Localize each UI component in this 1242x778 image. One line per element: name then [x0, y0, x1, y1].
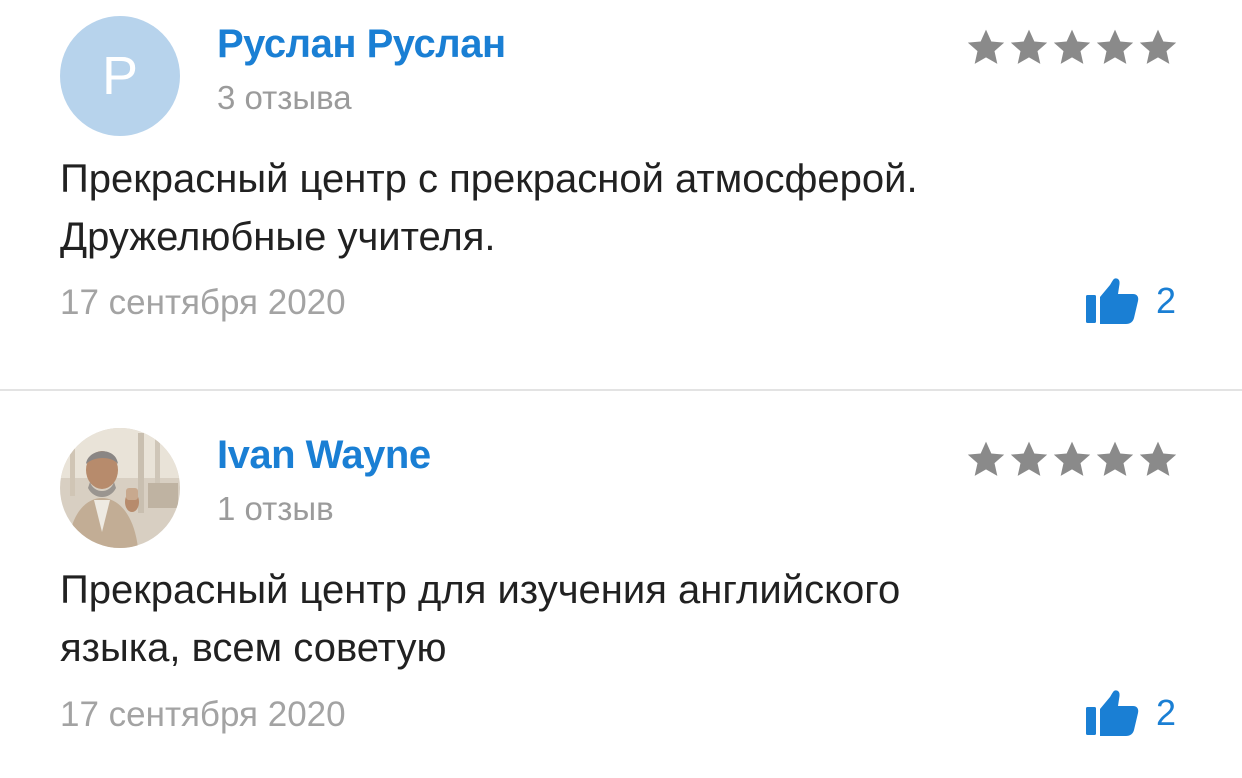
- thumbs-up-icon: [1085, 278, 1139, 324]
- author-name[interactable]: Ivan Wayne: [217, 433, 431, 478]
- review-text: Прекрасный центр с прекрасной атмосферой…: [60, 150, 1170, 266]
- review-card: Р Руслан Руслан 3 отзыва Прекрасный цент…: [0, 0, 1242, 390]
- review-text: Прекрасный центр для изучения английског…: [60, 561, 1170, 677]
- avatar[interactable]: [60, 428, 180, 548]
- like-button[interactable]: 2: [1084, 688, 1176, 738]
- star-icon: [1010, 441, 1048, 476]
- author-review-count: 3 отзыва: [217, 79, 352, 116]
- avatar[interactable]: Р: [60, 16, 180, 136]
- star-icon: [1053, 29, 1091, 64]
- star-icon: [1010, 29, 1048, 64]
- rating-stars: [963, 27, 1178, 67]
- star-icon: [1053, 441, 1091, 476]
- review-text-line: языка, всем советую: [60, 626, 447, 670]
- like-count: 2: [1155, 280, 1176, 321]
- author-review-count: 1 отзыв: [217, 490, 334, 527]
- star-icon: [1096, 441, 1134, 476]
- thumbs-up-icon: [1085, 690, 1139, 736]
- star-icon: [1096, 29, 1134, 64]
- avatar-photo: [60, 428, 180, 548]
- author-name[interactable]: Руслан Руслан: [217, 22, 506, 67]
- like-count: 2: [1155, 692, 1176, 733]
- star-icon: [967, 29, 1005, 64]
- star-icon: [1139, 441, 1177, 476]
- star-icon: [967, 441, 1005, 476]
- review-date: 17 сентября 2020: [60, 695, 346, 734]
- review-text-line: Дружелюбные учителя.: [60, 215, 496, 259]
- like-button[interactable]: 2: [1084, 276, 1176, 326]
- review-date: 17 сентября 2020: [60, 283, 346, 322]
- review-card: Ivan Wayne 1 отзыв Прекрасный центр для …: [0, 391, 1242, 778]
- avatar-initial: Р: [101, 46, 139, 106]
- review-text-line: Прекрасный центр для изучения английског…: [60, 568, 901, 612]
- star-icon: [1139, 29, 1177, 64]
- review-text-line: Прекрасный центр с прекрасной атмосферой…: [60, 157, 918, 201]
- rating-stars: [963, 439, 1178, 479]
